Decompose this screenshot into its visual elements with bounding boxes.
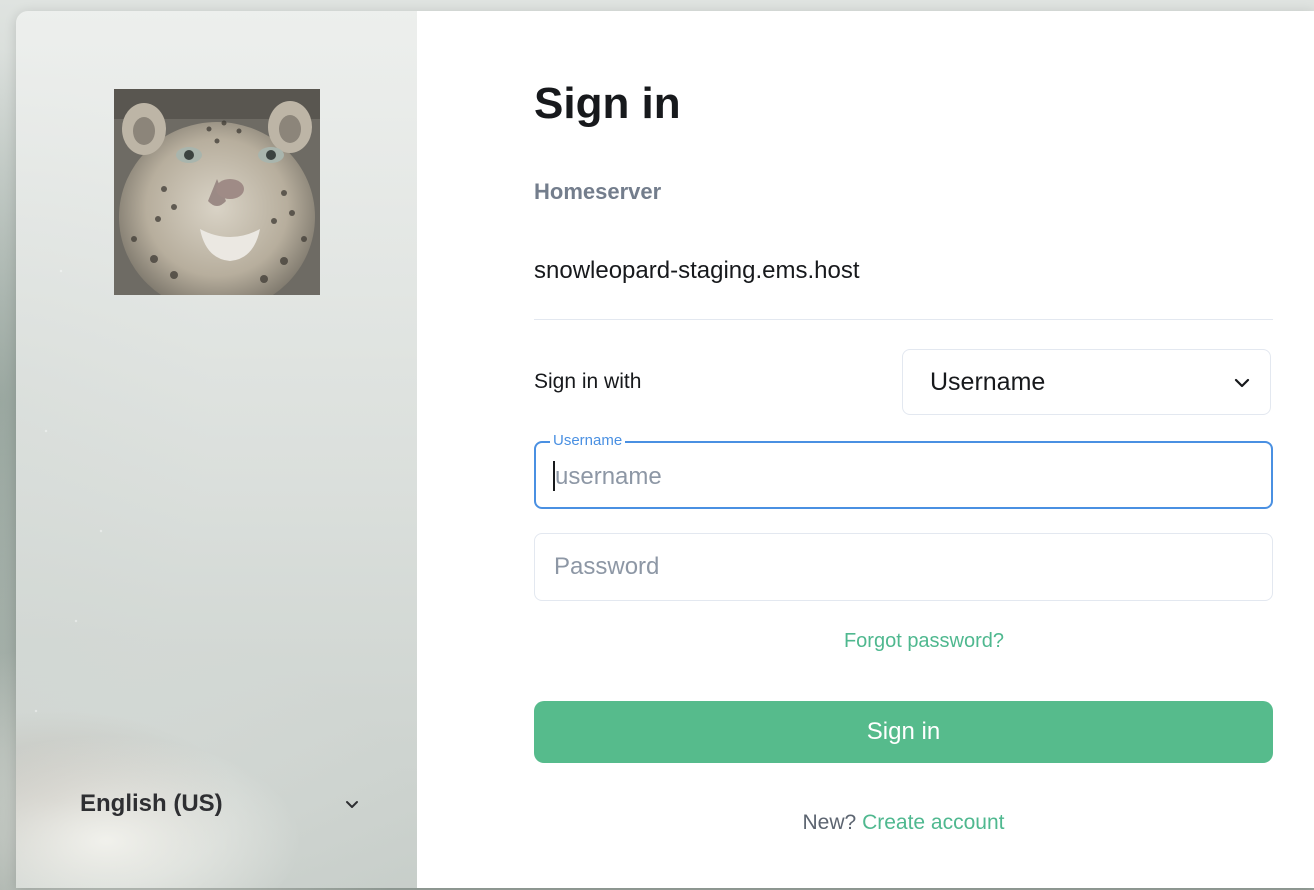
username-field[interactable]: Username: [534, 431, 1273, 509]
password-field[interactable]: [534, 533, 1273, 601]
forgot-password-link[interactable]: Forgot password?: [555, 630, 1294, 653]
username-input[interactable]: [555, 445, 1245, 509]
sign-in-method-label: Sign in with: [534, 370, 642, 393]
divider: [534, 319, 1273, 320]
branding-panel: English (US): [16, 11, 417, 888]
sign-in-panel: Sign in Homeserver snowleopard-staging.e…: [417, 11, 1314, 888]
new-account-prefix: New?: [802, 811, 857, 834]
chevron-down-icon: [1234, 378, 1250, 388]
create-account-link[interactable]: Create account: [862, 811, 1004, 834]
auth-dialog: English (US) Sign in Homeserver snowleop…: [16, 11, 1314, 888]
snow-leopard-image: [114, 89, 320, 295]
chevron-down-icon: [346, 801, 358, 808]
create-account-row: New? Create account: [534, 811, 1273, 835]
language-select[interactable]: English (US): [80, 787, 360, 821]
forgot-password-row: Forgot password?: [417, 630, 1314, 653]
homeserver-label: Homeserver: [534, 179, 662, 204]
page-title: Sign in: [534, 79, 681, 128]
password-input[interactable]: [554, 534, 1244, 600]
sign-in-method-select[interactable]: Username: [902, 349, 1271, 415]
sign-in-method-value: Username: [930, 367, 1046, 396]
homeserver-value: snowleopard-staging.ems.host: [534, 257, 860, 284]
sign-in-button[interactable]: Sign in: [534, 701, 1273, 763]
language-label: English (US): [80, 790, 223, 817]
brand-avatar: [114, 89, 320, 295]
